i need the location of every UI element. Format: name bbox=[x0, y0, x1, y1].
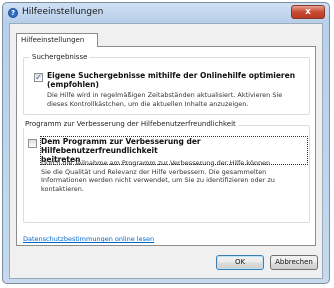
dialog-client-area: Hilfeeinstellungen Suchergebnisse ✓ Eige… bbox=[9, 23, 323, 279]
dialog-window: ? Hilfeeinstellungen x Hilfeeinstellunge… bbox=[2, 2, 330, 284]
join-program-checkbox[interactable] bbox=[28, 139, 37, 148]
privacy-statement-link[interactable]: Datenschutzbestimmungen online lesen bbox=[23, 235, 154, 243]
help-icon: ? bbox=[8, 8, 18, 18]
cancel-button[interactable]: Abbrechen bbox=[270, 255, 318, 270]
window-title: Hilfeeinstellungen bbox=[22, 7, 104, 17]
improvement-description: Durch die Teilnahme am Programm zur Verb… bbox=[41, 159, 275, 193]
ok-button[interactable]: OK bbox=[216, 255, 264, 270]
group-legend: Suchergebnisse bbox=[30, 53, 90, 61]
search-results-group: Suchergebnisse ✓ Eigene Suchergebnisse m… bbox=[23, 53, 310, 115]
search-description: Die Hilfe wird in regelmäßigen Zeitabstä… bbox=[47, 91, 283, 108]
improvement-program-group: Programm zur Verbesserung der Hilfebenut… bbox=[23, 120, 310, 223]
checkmark-icon: ✓ bbox=[35, 73, 42, 82]
tab-panel: Suchergebnisse ✓ Eigene Suchergebnisse m… bbox=[16, 46, 316, 246]
tab-hilfeeinstellungen[interactable]: Hilfeeinstellungen bbox=[16, 33, 98, 47]
title-bar[interactable]: ? Hilfeeinstellungen x bbox=[3, 3, 329, 23]
optimize-search-label[interactable]: Eigene Suchergebnisse mithilfe der Onlin… bbox=[47, 71, 307, 89]
optimize-search-checkbox[interactable]: ✓ bbox=[34, 73, 43, 82]
group-legend: Programm zur Verbesserung der Hilfebenut… bbox=[23, 120, 238, 128]
close-button[interactable]: x bbox=[291, 5, 325, 19]
